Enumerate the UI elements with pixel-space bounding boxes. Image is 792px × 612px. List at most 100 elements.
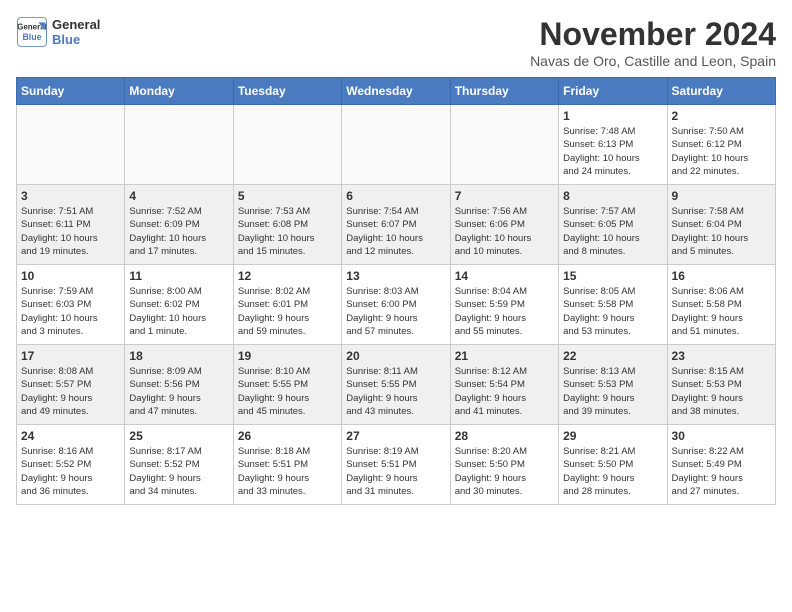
logo-icon: General Blue xyxy=(16,16,48,48)
calendar-cell: 19 Sunrise: 8:10 AM Sunset: 5:55 PM Dayli… xyxy=(233,345,341,425)
day-number: 10 xyxy=(21,269,120,283)
day-number: 19 xyxy=(238,349,337,363)
week-row-1: 1 Sunrise: 7:48 AM Sunset: 6:13 PM Daylig… xyxy=(17,105,776,185)
day-number: 15 xyxy=(563,269,662,283)
weekday-header-friday: Friday xyxy=(559,78,667,105)
day-info: Sunrise: 8:12 AM Sunset: 5:54 PM Dayligh… xyxy=(455,365,554,418)
calendar-cell xyxy=(450,105,558,185)
day-info: Sunrise: 8:11 AM Sunset: 5:55 PM Dayligh… xyxy=(346,365,445,418)
calendar-cell: 29 Sunrise: 8:21 AM Sunset: 5:50 PM Dayli… xyxy=(559,425,667,505)
calendar-cell: 27 Sunrise: 8:19 AM Sunset: 5:51 PM Dayli… xyxy=(342,425,450,505)
day-number: 2 xyxy=(672,109,771,123)
weekday-header-thursday: Thursday xyxy=(450,78,558,105)
weekday-header-row: SundayMondayTuesdayWednesdayThursdayFrid… xyxy=(17,78,776,105)
calendar-cell: 26Sunrise: 8:18 AM Sunset: 5:51 PM Dayli… xyxy=(233,425,341,505)
calendar-cell: 6Sunrise: 7:54 AM Sunset: 6:07 PM Daylig… xyxy=(342,185,450,265)
day-info: Sunrise: 8:16 AM Sunset: 5:52 PM Dayligh… xyxy=(21,445,120,498)
calendar-cell: 21 Sunrise: 8:12 AM Sunset: 5:54 PM Dayli… xyxy=(450,345,558,425)
calendar-cell: 12Sunrise: 8:02 AM Sunset: 6:01 PM Dayli… xyxy=(233,265,341,345)
day-info: Sunrise: 7:50 AM Sunset: 6:12 PM Dayligh… xyxy=(672,125,771,178)
day-number: 23 xyxy=(672,349,771,363)
calendar-cell: 28 Sunrise: 8:20 AM Sunset: 5:50 PM Dayli… xyxy=(450,425,558,505)
day-number: 26 xyxy=(238,429,337,443)
day-info: Sunrise: 7:56 AM Sunset: 6:06 PM Dayligh… xyxy=(455,205,554,258)
calendar-cell: 15 Sunrise: 8:05 AM Sunset: 5:58 PM Dayli… xyxy=(559,265,667,345)
calendar-table: SundayMondayTuesdayWednesdayThursdayFrid… xyxy=(16,77,776,505)
title-area: November 2024 Navas de Oro, Castille and… xyxy=(530,16,776,69)
day-info: Sunrise: 8:00 AM Sunset: 6:02 PM Dayligh… xyxy=(129,285,228,338)
day-number: 1 xyxy=(563,109,662,123)
day-info: Sunrise: 8:13 AM Sunset: 5:53 PM Dayligh… xyxy=(563,365,662,418)
day-info: Sunrise: 8:09 AM Sunset: 5:56 PM Dayligh… xyxy=(129,365,228,418)
logo-text-general: General xyxy=(52,17,100,32)
day-info: Sunrise: 7:51 AM Sunset: 6:11 PM Dayligh… xyxy=(21,205,120,258)
day-info: Sunrise: 8:21 AM Sunset: 5:50 PM Dayligh… xyxy=(563,445,662,498)
calendar-cell: 18 Sunrise: 8:09 AM Sunset: 5:56 PM Dayli… xyxy=(125,345,233,425)
day-info: Sunrise: 8:06 AM Sunset: 5:58 PM Dayligh… xyxy=(672,285,771,338)
day-info: Sunrise: 7:48 AM Sunset: 6:13 PM Dayligh… xyxy=(563,125,662,178)
day-info: Sunrise: 8:10 AM Sunset: 5:55 PM Dayligh… xyxy=(238,365,337,418)
calendar-cell xyxy=(233,105,341,185)
calendar-cell: 13 Sunrise: 8:03 AM Sunset: 6:00 PM Dayli… xyxy=(342,265,450,345)
day-number: 4 xyxy=(129,189,228,203)
calendar-cell: 24 Sunrise: 8:16 AM Sunset: 5:52 PM Dayli… xyxy=(17,425,125,505)
calendar-cell: 17 Sunrise: 8:08 AM Sunset: 5:57 PM Dayli… xyxy=(17,345,125,425)
day-number: 11 xyxy=(129,269,228,283)
calendar-cell: 23 Sunrise: 8:15 AM Sunset: 5:53 PM Dayli… xyxy=(667,345,775,425)
calendar-cell: 14Sunrise: 8:04 AM Sunset: 5:59 PM Dayli… xyxy=(450,265,558,345)
day-info: Sunrise: 8:19 AM Sunset: 5:51 PM Dayligh… xyxy=(346,445,445,498)
day-info: Sunrise: 8:22 AM Sunset: 5:49 PM Dayligh… xyxy=(672,445,771,498)
weekday-header-monday: Monday xyxy=(125,78,233,105)
day-number: 22 xyxy=(563,349,662,363)
calendar-cell: 8Sunrise: 7:57 AM Sunset: 6:05 PM Daylig… xyxy=(559,185,667,265)
day-number: 21 xyxy=(455,349,554,363)
day-number: 5 xyxy=(238,189,337,203)
weekday-header-saturday: Saturday xyxy=(667,78,775,105)
calendar-cell xyxy=(17,105,125,185)
day-info: Sunrise: 8:05 AM Sunset: 5:58 PM Dayligh… xyxy=(563,285,662,338)
day-info: Sunrise: 8:15 AM Sunset: 5:53 PM Dayligh… xyxy=(672,365,771,418)
day-number: 7 xyxy=(455,189,554,203)
day-number: 6 xyxy=(346,189,445,203)
day-number: 30 xyxy=(672,429,771,443)
calendar-cell: 2 Sunrise: 7:50 AM Sunset: 6:12 PM Daylig… xyxy=(667,105,775,185)
day-number: 12 xyxy=(238,269,337,283)
day-number: 27 xyxy=(346,429,445,443)
day-info: Sunrise: 8:17 AM Sunset: 5:52 PM Dayligh… xyxy=(129,445,228,498)
day-info: Sunrise: 8:03 AM Sunset: 6:00 PM Dayligh… xyxy=(346,285,445,338)
header: General Blue General Blue November 2024 … xyxy=(16,16,776,69)
week-row-4: 17 Sunrise: 8:08 AM Sunset: 5:57 PM Dayli… xyxy=(17,345,776,425)
calendar-cell: 11 Sunrise: 8:00 AM Sunset: 6:02 PM Dayli… xyxy=(125,265,233,345)
calendar-cell: 1 Sunrise: 7:48 AM Sunset: 6:13 PM Daylig… xyxy=(559,105,667,185)
calendar-cell: 7 Sunrise: 7:56 AM Sunset: 6:06 PM Daylig… xyxy=(450,185,558,265)
calendar-cell: 4 Sunrise: 7:52 AM Sunset: 6:09 PM Daylig… xyxy=(125,185,233,265)
day-info: Sunrise: 8:04 AM Sunset: 5:59 PM Dayligh… xyxy=(455,285,554,338)
day-number: 3 xyxy=(21,189,120,203)
calendar-cell xyxy=(342,105,450,185)
calendar-cell: 9 Sunrise: 7:58 AM Sunset: 6:04 PM Daylig… xyxy=(667,185,775,265)
calendar-cell: 20 Sunrise: 8:11 AM Sunset: 5:55 PM Dayli… xyxy=(342,345,450,425)
day-number: 20 xyxy=(346,349,445,363)
day-info: Sunrise: 8:08 AM Sunset: 5:57 PM Dayligh… xyxy=(21,365,120,418)
day-number: 9 xyxy=(672,189,771,203)
day-number: 18 xyxy=(129,349,228,363)
calendar-cell: 3 Sunrise: 7:51 AM Sunset: 6:11 PM Daylig… xyxy=(17,185,125,265)
logo: General Blue General Blue xyxy=(16,16,100,48)
svg-text:Blue: Blue xyxy=(22,32,41,42)
weekday-header-wednesday: Wednesday xyxy=(342,78,450,105)
calendar-cell: 10Sunrise: 7:59 AM Sunset: 6:03 PM Dayli… xyxy=(17,265,125,345)
calendar-cell: 25 Sunrise: 8:17 AM Sunset: 5:52 PM Dayli… xyxy=(125,425,233,505)
day-number: 13 xyxy=(346,269,445,283)
calendar-cell: 30 Sunrise: 8:22 AM Sunset: 5:49 PM Dayli… xyxy=(667,425,775,505)
day-info: Sunrise: 7:52 AM Sunset: 6:09 PM Dayligh… xyxy=(129,205,228,258)
day-number: 17 xyxy=(21,349,120,363)
logo-text-blue: Blue xyxy=(52,32,100,47)
day-number: 28 xyxy=(455,429,554,443)
day-info: Sunrise: 8:20 AM Sunset: 5:50 PM Dayligh… xyxy=(455,445,554,498)
day-number: 29 xyxy=(563,429,662,443)
month-title: November 2024 xyxy=(530,16,776,53)
day-number: 25 xyxy=(129,429,228,443)
day-number: 8 xyxy=(563,189,662,203)
day-number: 24 xyxy=(21,429,120,443)
day-info: Sunrise: 7:58 AM Sunset: 6:04 PM Dayligh… xyxy=(672,205,771,258)
